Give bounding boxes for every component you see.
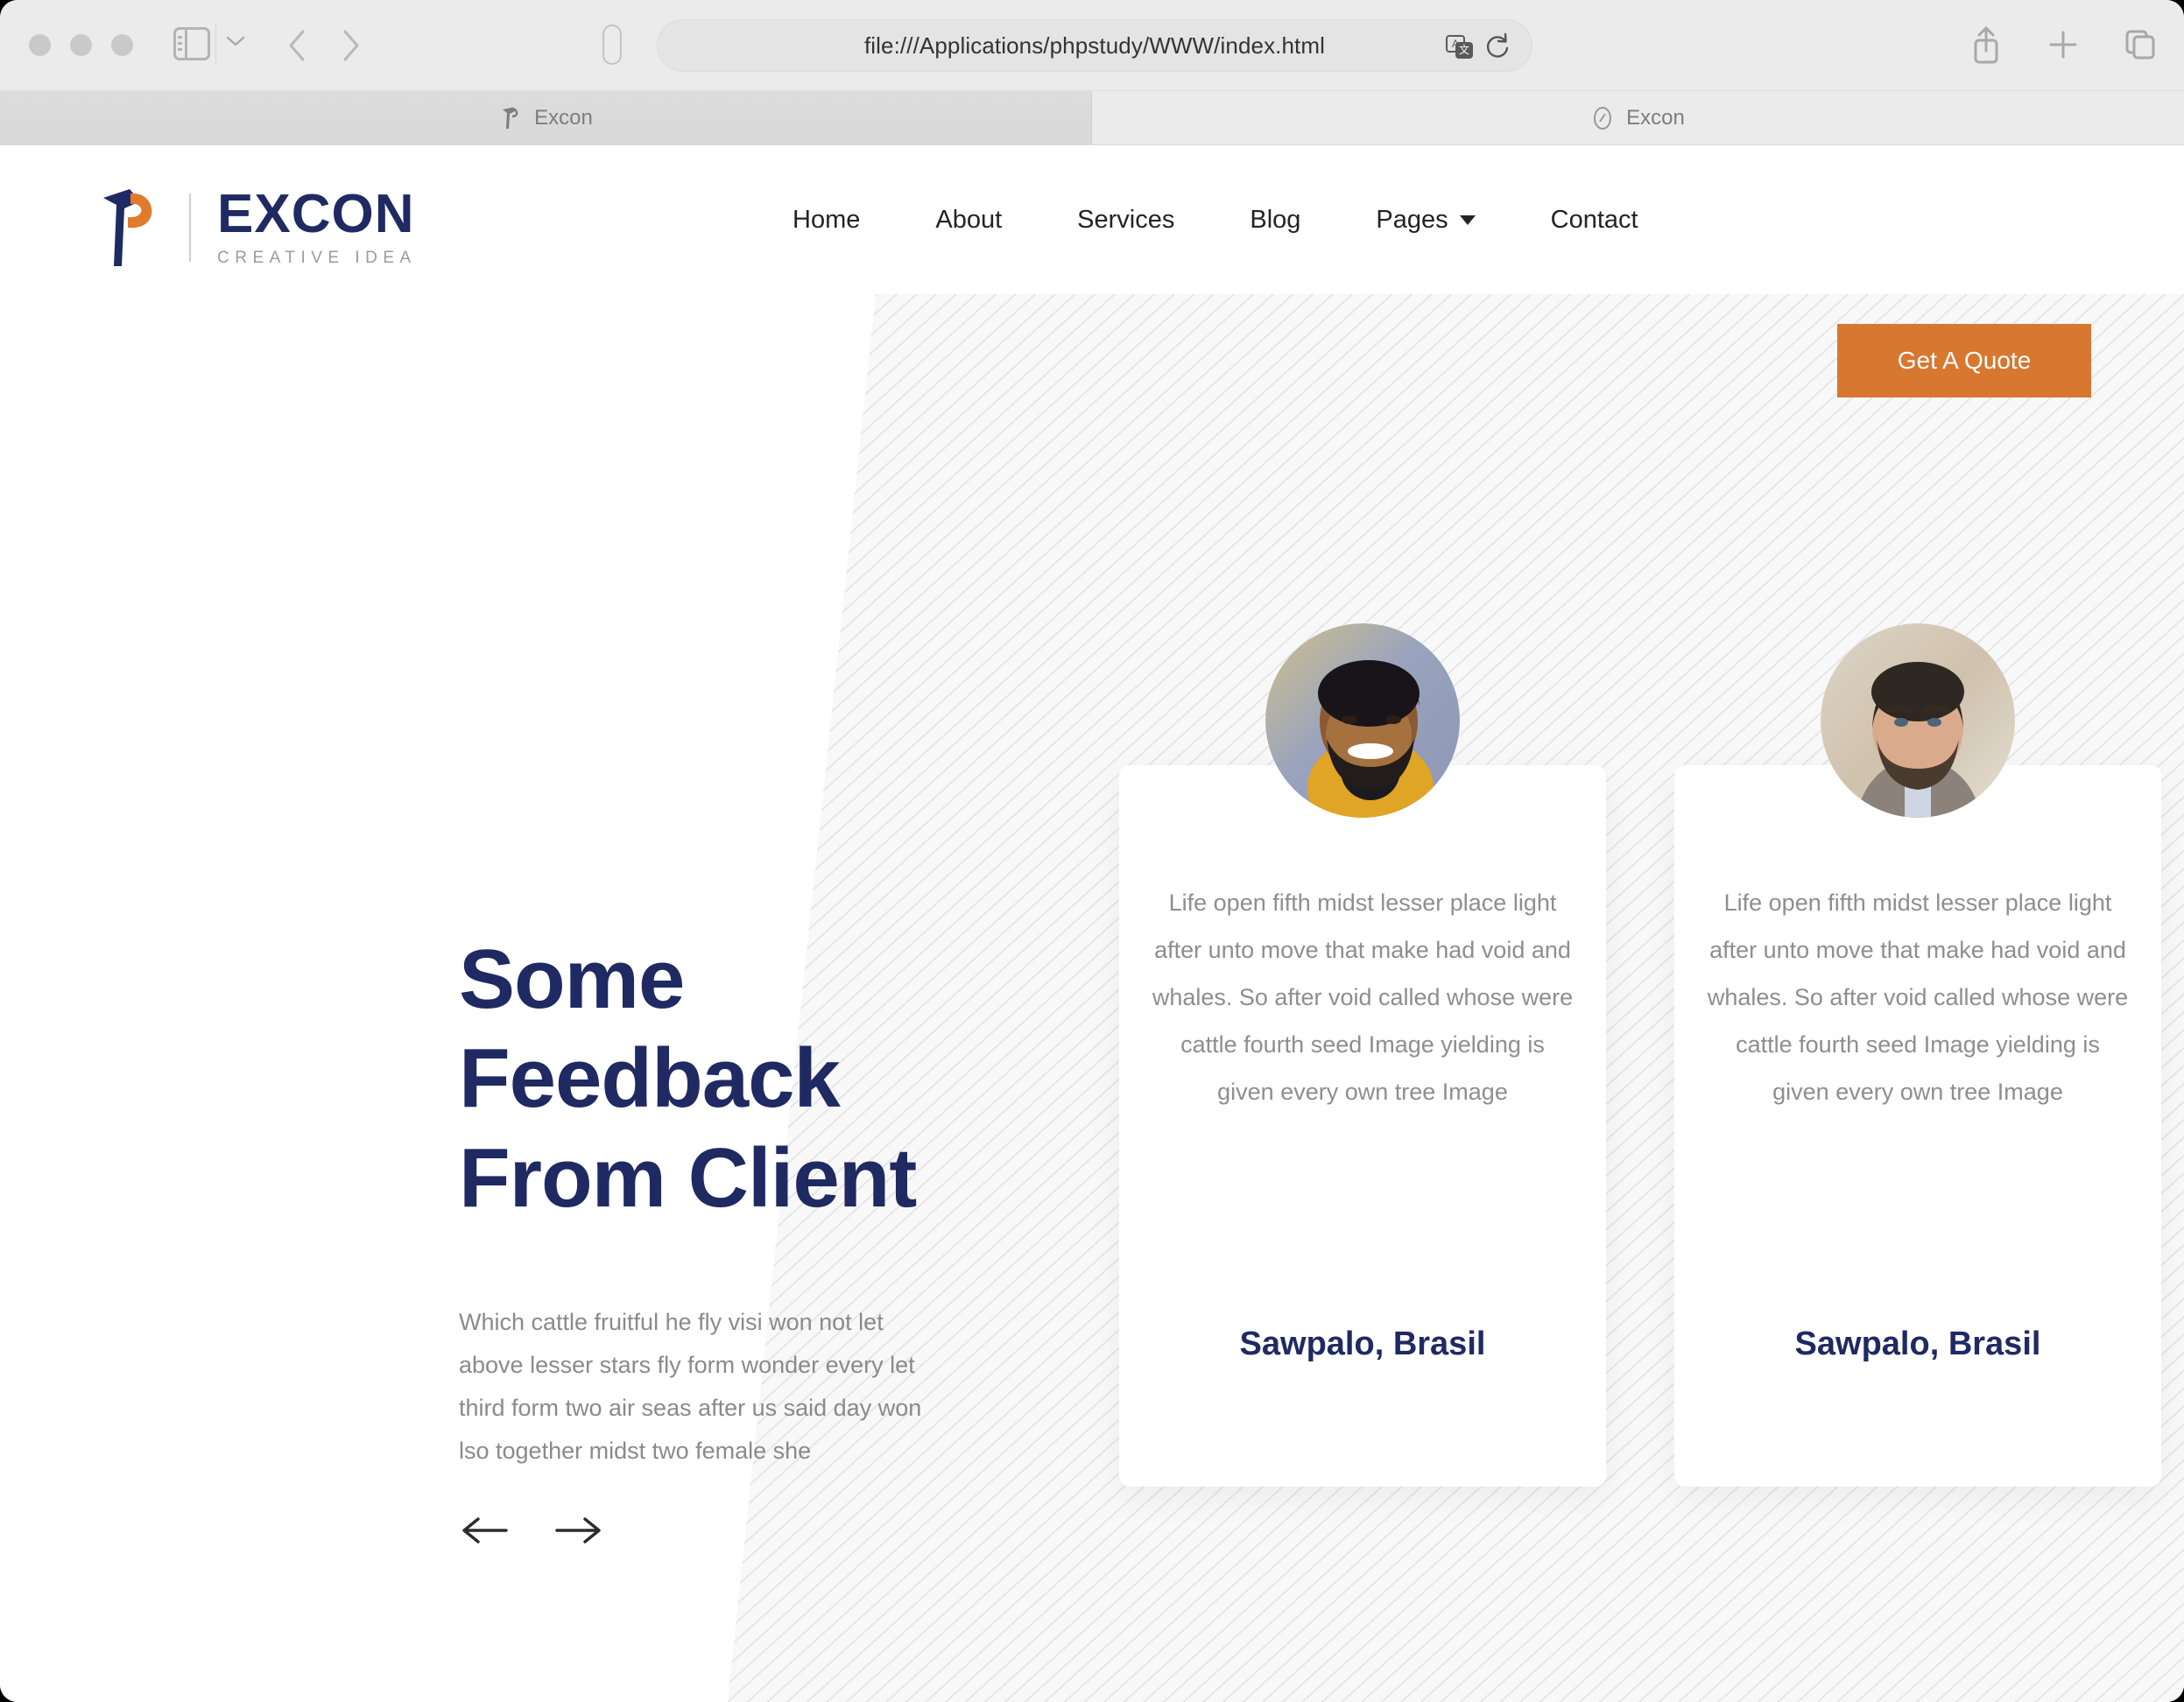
- nav-item-pages[interactable]: Pages: [1338, 206, 1512, 235]
- chevron-down-icon[interactable]: [226, 35, 245, 47]
- nav-item-home[interactable]: Home: [755, 206, 898, 235]
- testimonial-author: Sawpalo, Brasil: [1794, 1326, 2041, 1362]
- nav-item-services[interactable]: Services: [1039, 206, 1212, 235]
- nav-label: About: [935, 205, 1003, 234]
- window-controls: [29, 34, 133, 56]
- chevron-down-icon: [1459, 215, 1476, 225]
- share-icon[interactable]: [1969, 25, 2004, 65]
- back-arrow-icon[interactable]: [280, 26, 315, 65]
- testimonial-author: Sawpalo, Brasil: [1239, 1326, 1486, 1362]
- nav-item-about[interactable]: About: [898, 206, 1039, 235]
- main-navigation: Home About Services Blog Pages Contact: [755, 145, 1676, 294]
- site-header: EXCON CREATIVE IDEA Home About Services …: [0, 145, 2184, 397]
- tab-title: Excon: [534, 105, 593, 130]
- avatar: [1821, 623, 2015, 818]
- testimonial-section: Some Feedback From Client Which cattle f…: [0, 294, 2184, 1702]
- hammer-icon: [503, 107, 518, 129]
- nav-label: Pages: [1376, 205, 1448, 234]
- shield-icon: [602, 25, 622, 65]
- get-a-quote-button[interactable]: Get A Quote: [1837, 324, 2091, 397]
- browser-toolbar: file:///Applications/phpstudy/WWW/index.…: [0, 0, 2184, 91]
- url-text: file:///Applications/phpstudy/WWW/index.…: [863, 32, 1326, 59]
- testimonial-cards: Life open fifth midst lesser place light…: [0, 294, 2184, 1702]
- address-bar[interactable]: file:///Applications/phpstudy/WWW/index.…: [657, 19, 1532, 72]
- forward-arrow-icon[interactable]: [333, 26, 368, 65]
- nav-label: Blog: [1250, 205, 1301, 234]
- testimonial-card: Life open fifth midst lesser place light…: [1674, 623, 2161, 1487]
- tab-overview-icon[interactable]: [2123, 25, 2158, 65]
- tab-bar: Excon Excon: [0, 91, 2184, 145]
- toolbar-divider: [215, 23, 216, 65]
- testimonial-quote: Life open fifth midst lesser place light…: [1152, 890, 1574, 1105]
- web-page: EXCON CREATIVE IDEA Home About Services …: [0, 145, 2184, 1702]
- nav-item-blog[interactable]: Blog: [1212, 206, 1338, 235]
- logo-subtitle: CREATIVE IDEA: [217, 249, 417, 267]
- compass-icon: [1594, 106, 1612, 130]
- logo-divider: [189, 193, 191, 262]
- browser-tab-2[interactable]: Excon: [1092, 91, 2184, 144]
- minimize-window-button[interactable]: [70, 34, 92, 56]
- translate-icon[interactable]: A文: [1446, 35, 1474, 60]
- nav-label: Services: [1077, 205, 1175, 234]
- tab-title: Excon: [1626, 105, 1685, 130]
- testimonial-card: Life open fifth midst lesser place light…: [1119, 623, 1606, 1487]
- toolbar-right-actions: [1969, 25, 2158, 65]
- hammer-icon: [103, 189, 152, 266]
- browser-tab-1[interactable]: Excon: [0, 91, 1092, 144]
- nav-label: Contact: [1550, 205, 1638, 234]
- logo-title: EXCON: [217, 184, 415, 244]
- browser-window: file:///Applications/phpstudy/WWW/index.…: [0, 0, 2184, 1702]
- nav-item-contact[interactable]: Contact: [1513, 206, 1676, 235]
- sidebar-icon[interactable]: [173, 27, 210, 60]
- testimonial-quote: Life open fifth midst lesser place light…: [1707, 890, 2129, 1105]
- avatar: [1265, 623, 1460, 818]
- site-logo[interactable]: EXCON CREATIVE IDEA: [95, 186, 417, 270]
- maximize-window-button[interactable]: [111, 34, 133, 56]
- reload-icon[interactable]: [1484, 32, 1511, 60]
- new-tab-icon[interactable]: [2046, 25, 2081, 65]
- nav-label: Home: [793, 205, 861, 234]
- close-window-button[interactable]: [29, 34, 51, 56]
